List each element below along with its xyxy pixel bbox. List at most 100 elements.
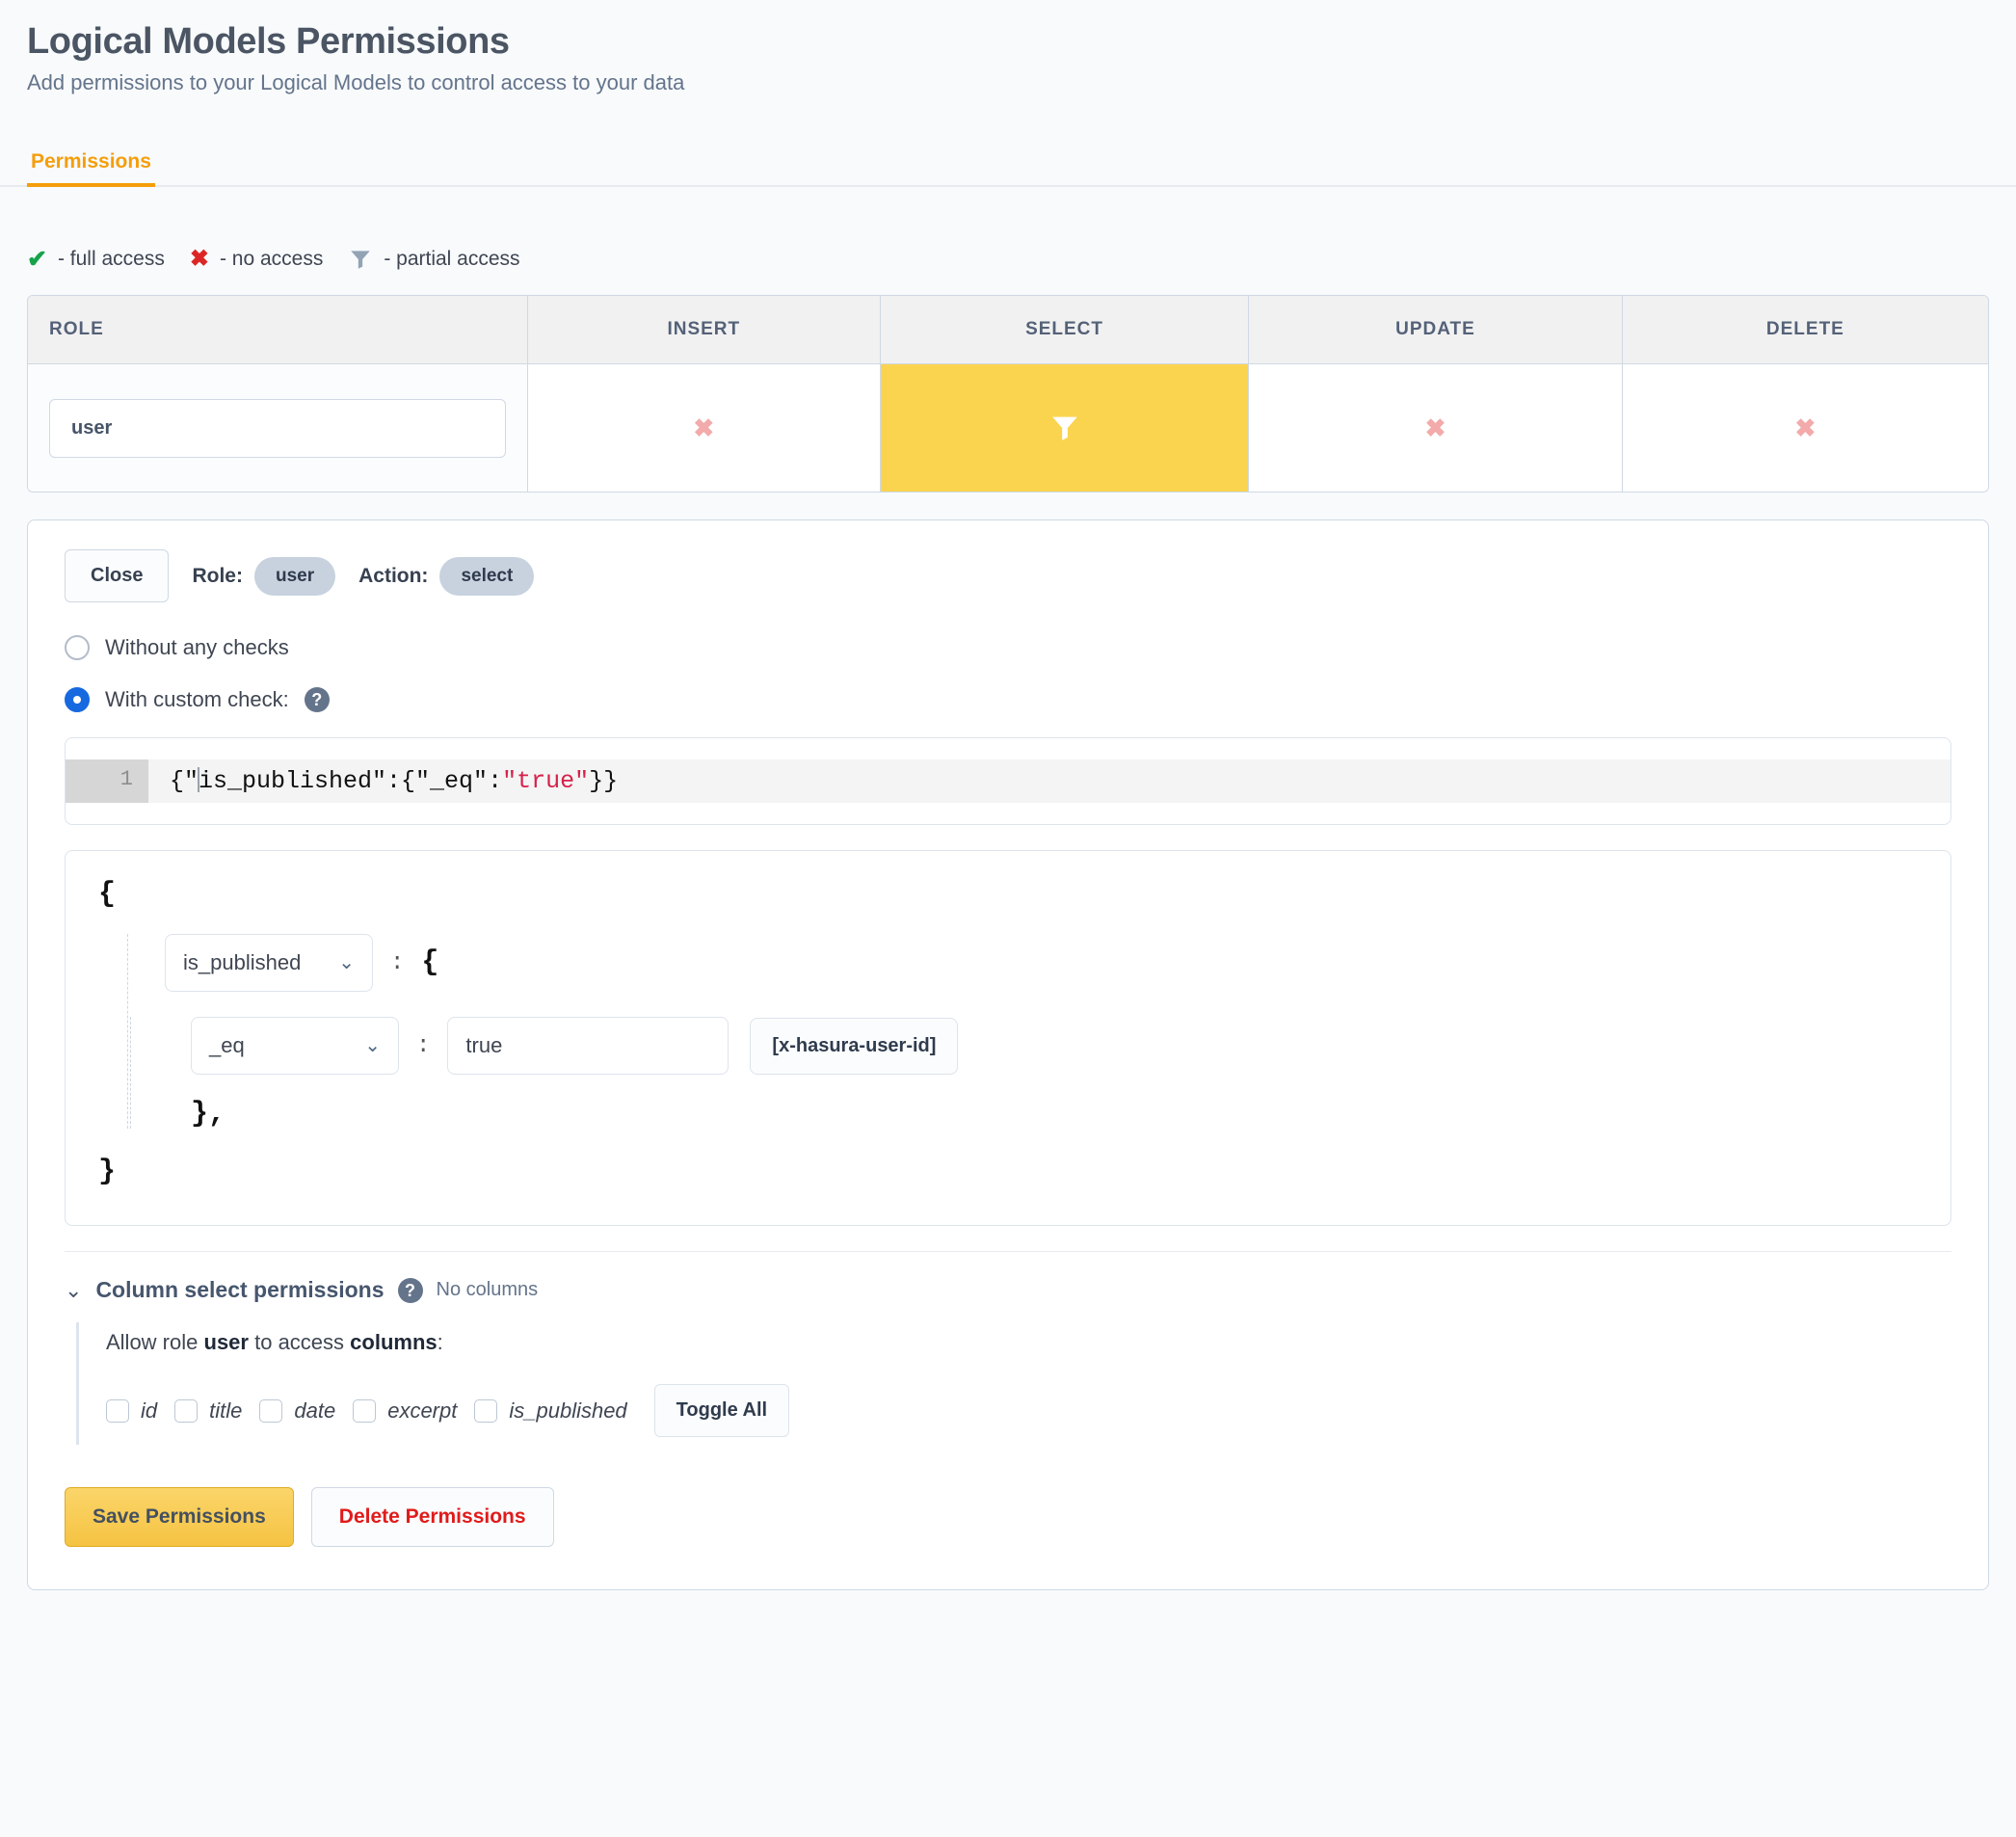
column-permissions-header[interactable]: ⌄ Column select permissions ? No columns	[65, 1251, 1951, 1303]
column-label: is_published	[509, 1398, 626, 1424]
funnel-icon	[1048, 420, 1081, 437]
tab-bar: Permissions	[0, 131, 2016, 187]
role-label: Role:	[192, 565, 243, 588]
allow-middle: to access	[254, 1330, 344, 1354]
operator-select[interactable]: _eq ⌄	[191, 1017, 399, 1075]
allow-role-line: Allow role user to access columns:	[106, 1330, 1951, 1355]
column-label: title	[209, 1398, 242, 1424]
editor-footer-buttons: Save Permissions Delete Permissions	[65, 1487, 1951, 1547]
builder-operator-row: _eq ⌄ : [x-hasura-user-id]	[177, 1017, 1918, 1075]
column-permissions-title: Column select permissions	[95, 1277, 384, 1303]
column-select-value: is_published	[183, 950, 301, 975]
page-header: Logical Models Permissions Add permissio…	[0, 0, 2016, 96]
allow-prefix: Allow role	[106, 1330, 198, 1354]
permission-builder: { is_published ⌄ : { _eq ⌄ : [x-	[65, 850, 1951, 1226]
chevron-down-icon: ⌄	[338, 953, 355, 972]
builder-inner-close-brace: },	[177, 1100, 1918, 1129]
column-checkbox-title[interactable]: title	[174, 1398, 242, 1424]
column-select[interactable]: is_published ⌄	[165, 934, 373, 992]
action-meta: Action: select	[358, 557, 534, 596]
code-content[interactable]: {"is_published":{"_eq":"true"}}	[148, 759, 1904, 803]
builder-inner-open-brace: {	[421, 948, 438, 977]
column-checkbox-row: id title date excerpt is_published	[106, 1384, 1951, 1437]
table-header-row: ROLE INSERT SELECT UPDATE DELETE	[28, 296, 1988, 364]
column-header-select: SELECT	[881, 296, 1249, 364]
permissions-table-wrapper: ROLE INSERT SELECT UPDATE DELETE user ✖ …	[0, 295, 2016, 493]
action-badge: select	[439, 557, 534, 596]
funnel-icon	[348, 247, 373, 272]
code-after-caret: is_published":{"_eq":	[199, 767, 502, 795]
permission-cell-update[interactable]: ✖	[1249, 364, 1623, 492]
column-header-insert: INSERT	[528, 296, 881, 364]
radio-label-without-any-checks: Without any checks	[105, 635, 289, 660]
checkbox[interactable]	[474, 1399, 497, 1423]
column-header-update: UPDATE	[1249, 296, 1623, 364]
help-icon[interactable]: ?	[398, 1278, 423, 1303]
allow-colon: :	[438, 1330, 443, 1354]
option-without-any-checks[interactable]: Without any checks	[65, 635, 1951, 660]
option-with-custom-check[interactable]: With custom check: ?	[65, 687, 1951, 712]
legend-label-no-access: - no access	[220, 248, 323, 271]
builder-open-brace: {	[98, 880, 1918, 909]
legend-label-full-access: - full access	[58, 248, 165, 271]
chevron-down-icon[interactable]: ⌄	[65, 1280, 82, 1301]
check-icon: ✔	[27, 248, 47, 272]
builder-colon: :	[416, 1033, 430, 1059]
builder-level-2: _eq ⌄ : [x-hasura-user-id] },	[130, 1017, 1918, 1129]
column-header-role: ROLE	[28, 296, 528, 364]
value-input[interactable]	[447, 1017, 729, 1075]
help-icon[interactable]: ?	[305, 687, 330, 712]
operator-select-value: _eq	[209, 1033, 245, 1058]
column-checkbox-excerpt[interactable]: excerpt	[353, 1398, 457, 1424]
access-legend: ✔ - full access ✖ - no access - partial …	[0, 247, 2016, 272]
cross-icon: ✖	[190, 248, 209, 271]
permissions-table: ROLE INSERT SELECT UPDATE DELETE user ✖ …	[27, 295, 1989, 493]
action-label: Action:	[358, 565, 428, 588]
column-checkbox-id[interactable]: id	[106, 1398, 157, 1424]
role-name-input[interactable]: user	[49, 399, 506, 458]
allow-role-name: user	[204, 1330, 249, 1354]
session-variable-button[interactable]: [x-hasura-user-id]	[750, 1018, 958, 1075]
checkbox[interactable]	[259, 1399, 282, 1423]
checkbox[interactable]	[106, 1399, 129, 1423]
toggle-all-button[interactable]: Toggle All	[654, 1384, 789, 1437]
close-button[interactable]: Close	[65, 549, 169, 602]
checkbox[interactable]	[353, 1399, 376, 1423]
page-subtitle: Add permissions to your Logical Models t…	[27, 69, 1989, 97]
allow-columns-word: columns	[350, 1330, 437, 1354]
legend-item-partial-access: - partial access	[348, 247, 519, 272]
delete-permissions-button[interactable]: Delete Permissions	[311, 1487, 554, 1547]
column-header-delete: DELETE	[1623, 296, 1988, 364]
legend-item-full-access: ✔ - full access	[27, 248, 165, 272]
legend-item-no-access: ✖ - no access	[190, 248, 324, 271]
code-prefix: {"	[170, 767, 199, 795]
radio-label-with-custom-check: With custom check:	[105, 687, 289, 712]
radio-with-custom-check[interactable]	[65, 687, 90, 712]
custom-check-code-editor[interactable]: 1 {"is_published":{"_eq":"true"}}	[65, 737, 1951, 825]
role-meta: Role: user	[192, 557, 335, 596]
column-label: excerpt	[387, 1398, 457, 1424]
builder-condition-row: is_published ⌄ : {	[128, 934, 1918, 992]
permission-cell-insert[interactable]: ✖	[528, 364, 881, 492]
editor-topbar: Close Role: user Action: select	[65, 549, 1951, 602]
legend-label-partial-access: - partial access	[384, 248, 519, 271]
column-checkbox-is-published[interactable]: is_published	[474, 1398, 626, 1424]
role-badge: user	[254, 557, 335, 596]
column-select-permissions-section: ⌄ Column select permissions ? No columns…	[65, 1251, 1951, 1445]
column-checkbox-date[interactable]: date	[259, 1398, 335, 1424]
tab-permissions[interactable]: Permissions	[27, 151, 155, 187]
permission-cell-delete[interactable]: ✖	[1623, 364, 1988, 492]
save-permissions-button[interactable]: Save Permissions	[65, 1487, 294, 1547]
permission-cell-select[interactable]	[881, 364, 1249, 492]
column-permissions-body: Allow role user to access columns: id ti…	[76, 1322, 1951, 1445]
permission-editor-panel: Close Role: user Action: select Without …	[27, 519, 1989, 1590]
radio-without-any-checks[interactable]	[65, 635, 90, 660]
checkbox[interactable]	[174, 1399, 198, 1423]
column-permissions-note: No columns	[437, 1279, 539, 1301]
code-string-value: "true"	[502, 767, 589, 795]
builder-level-1: is_published ⌄ : { _eq ⌄ : [x-hasura-use…	[127, 934, 1918, 1129]
column-label: id	[141, 1398, 157, 1424]
code-suffix: }}	[589, 767, 618, 795]
table-row: user ✖ ✖ ✖	[28, 364, 1988, 492]
code-line: 1 {"is_published":{"_eq":"true"}}	[66, 759, 1950, 803]
